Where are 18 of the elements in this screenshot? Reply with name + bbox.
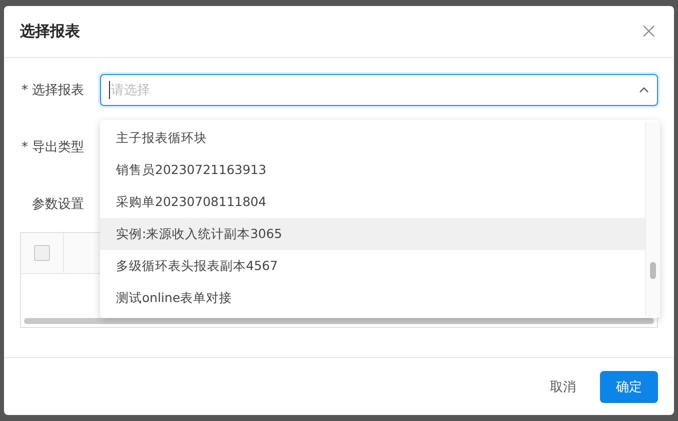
dropdown-option[interactable]: 多级循环表头报表副本4567 [100,250,645,282]
dropdown-option[interactable]: 销售员20230721163913 [100,154,645,186]
field-label: 导出类型 [32,140,84,155]
field-label: 选择报表 [32,83,84,98]
dropdown-option[interactable]: 实例:来源收入统计副本3065 [100,218,645,250]
field-label: 参数设置 [32,197,84,212]
dropdown-option[interactable]: 主子报表循环块 [100,122,645,154]
dropdown-option[interactable]: 测试online表单对接 [100,282,645,314]
scrollbar-thumb[interactable] [650,262,656,279]
dialog-title: 选择报表 [20,22,80,41]
confirm-button[interactable]: 确定 [600,370,658,402]
required-asterisk: * [22,140,28,155]
close-icon[interactable]: × [640,20,658,42]
required-asterisk: * [22,83,28,98]
chevron-icon [639,87,649,93]
horizontal-scrollbar[interactable] [24,318,654,324]
select-all-checkbox[interactable] [34,245,50,261]
dropdown-option[interactable]: 采购单20230708111804 [100,186,645,218]
